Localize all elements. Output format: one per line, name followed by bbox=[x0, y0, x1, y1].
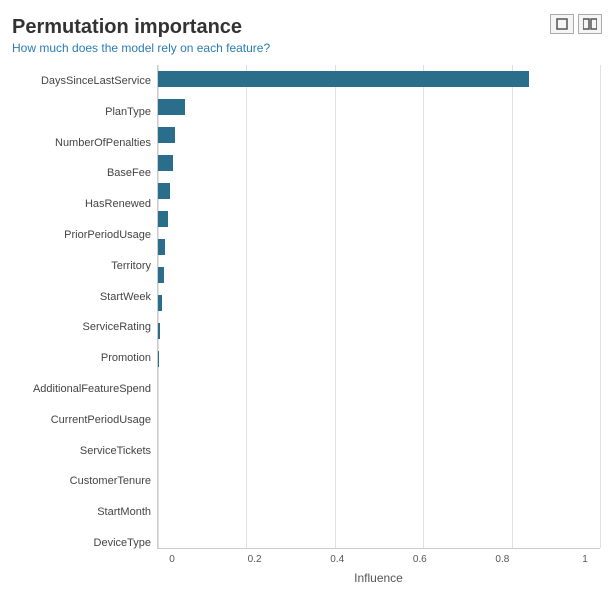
bar bbox=[158, 71, 529, 87]
bar bbox=[158, 211, 168, 227]
grid-line bbox=[600, 65, 601, 548]
bar bbox=[158, 239, 165, 255]
bar bbox=[158, 267, 164, 283]
y-label: AdditionalFeatureSpend bbox=[12, 375, 157, 403]
bar bbox=[158, 155, 173, 171]
bar-row bbox=[158, 429, 600, 457]
x-tick-label: 0.6 bbox=[405, 554, 435, 565]
x-tick-label: 0.2 bbox=[240, 554, 270, 565]
y-label: BaseFee bbox=[12, 159, 157, 187]
y-label: DaysSinceLastService bbox=[12, 67, 157, 95]
bar-row bbox=[158, 261, 600, 289]
y-label: Territory bbox=[12, 252, 157, 280]
page-container: Permutation importance How much does the… bbox=[0, 0, 612, 613]
bar-row bbox=[158, 205, 600, 233]
bar-row bbox=[158, 93, 600, 121]
y-label: StartMonth bbox=[12, 498, 157, 526]
x-tick-label: 0 bbox=[157, 554, 187, 565]
y-label: ServiceTickets bbox=[12, 437, 157, 465]
x-tick-label: 0.8 bbox=[487, 554, 517, 565]
y-label: ServiceRating bbox=[12, 313, 157, 341]
chart-right: 0 0.2 0.4 0.6 0.8 1 Influence bbox=[157, 65, 600, 585]
y-label: NumberOfPenalties bbox=[12, 129, 157, 157]
y-label: CurrentPeriodUsage bbox=[12, 406, 157, 434]
x-tick-label: 1 bbox=[570, 554, 600, 565]
x-axis-title: Influence bbox=[157, 571, 600, 585]
bar bbox=[158, 127, 175, 143]
page-subtitle: How much does the model rely on each fea… bbox=[12, 41, 600, 55]
x-axis-labels: 0 0.2 0.4 0.6 0.8 1 bbox=[157, 549, 600, 569]
bar-row bbox=[158, 457, 600, 485]
bar-row bbox=[158, 65, 600, 93]
bar-row bbox=[158, 345, 600, 373]
y-label: Promotion bbox=[12, 344, 157, 372]
bar bbox=[158, 295, 162, 311]
bar-row bbox=[158, 149, 600, 177]
y-label: PriorPeriodUsage bbox=[12, 221, 157, 249]
bar bbox=[158, 99, 185, 115]
page-title: Permutation importance bbox=[12, 16, 600, 39]
bar bbox=[158, 323, 160, 339]
y-label: DeviceType bbox=[12, 529, 157, 557]
split-view-button[interactable] bbox=[578, 14, 602, 34]
bar-row bbox=[158, 317, 600, 345]
view-buttons bbox=[550, 14, 602, 34]
chart-area: DaysSinceLastService PlanType NumberOfPena… bbox=[12, 65, 600, 585]
bar-row bbox=[158, 177, 600, 205]
bar-row bbox=[158, 233, 600, 261]
bar-row bbox=[158, 485, 600, 513]
x-tick-label: 0.4 bbox=[322, 554, 352, 565]
bar-row bbox=[158, 289, 600, 317]
y-label: StartWeek bbox=[12, 283, 157, 311]
bar-row bbox=[158, 121, 600, 149]
y-label: PlanType bbox=[12, 98, 157, 126]
bar bbox=[158, 183, 170, 199]
single-view-button[interactable] bbox=[550, 14, 574, 34]
bars-container bbox=[157, 65, 600, 549]
y-label: HasRenewed bbox=[12, 190, 157, 218]
y-axis-labels: DaysSinceLastService PlanType NumberOfPena… bbox=[12, 65, 157, 585]
bar-row bbox=[158, 373, 600, 401]
bar-row bbox=[158, 401, 600, 429]
y-label: CustomerTenure bbox=[12, 467, 157, 495]
